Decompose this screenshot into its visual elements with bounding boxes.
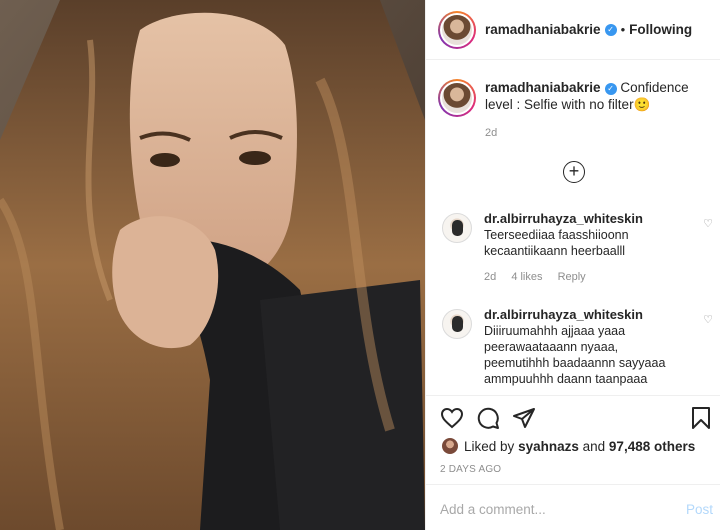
caption-timestamp[interactable]: 2d	[485, 127, 497, 139]
commenter-avatar[interactable]	[442, 309, 472, 339]
post-date[interactable]: 2 DAYS AGO	[440, 464, 501, 475]
comment-item: dr.albirruhayza_whiteskin Teerseediiaa f…	[438, 211, 713, 285]
bookmark-icon[interactable]	[690, 406, 712, 430]
smile-emoji-icon: 🙂	[633, 97, 651, 112]
verified-badge-icon: ✓	[604, 83, 617, 95]
author-avatar[interactable]	[438, 10, 476, 49]
comment-heart-icon[interactable]: ♡	[703, 217, 713, 230]
commenter-avatar[interactable]	[442, 213, 472, 243]
comment-text: Diiiruumahhh ajjaaa yaaa peerawaataaann …	[484, 324, 666, 386]
likes-and-label: and	[582, 438, 606, 454]
liked-by-label: Liked by	[464, 438, 515, 454]
likes-count[interactable]: 97,488 others	[609, 439, 695, 454]
post-photo[interactable]	[0, 0, 425, 530]
plus-circle-icon: +	[568, 161, 580, 181]
comment-username[interactable]: dr.albirruhayza_whiteskin	[484, 307, 684, 323]
author-username[interactable]: ramadhaniabakrie	[485, 22, 601, 37]
paper-plane-icon[interactable]	[512, 406, 536, 430]
post-header: ramadhaniabakrie ✓ • Following	[426, 0, 720, 60]
caption-author-avatar[interactable]	[438, 79, 476, 117]
comment-meta: 2d 4 likes Reply	[484, 269, 684, 285]
separator-dot: •	[620, 22, 626, 37]
comment-text: Teerseediiaa faasshiioonn kecaantiikaann…	[484, 228, 629, 258]
following-button[interactable]: Following	[629, 22, 692, 37]
comments-list[interactable]: ramadhaniabakrie ✓ Confidence level : Sel…	[426, 61, 720, 395]
likes-summary: Liked by syahnazs and 97,488 others	[442, 438, 695, 454]
post-actions: Liked by syahnazs and 97,488 others 2 DA…	[426, 395, 720, 484]
post-comment-button[interactable]: Post	[686, 502, 713, 517]
heart-icon[interactable]	[440, 406, 464, 430]
add-comment-bar: Add a comment... Post	[426, 484, 720, 530]
caption-username[interactable]: ramadhaniabakrie	[485, 80, 601, 95]
caption: ramadhaniabakrie ✓ Confidence level : Sel…	[438, 79, 708, 117]
liker-avatar[interactable]	[442, 438, 458, 454]
reply-button[interactable]: Reply	[558, 271, 586, 283]
liker-username[interactable]: syahnazs	[518, 439, 579, 454]
comment-username[interactable]: dr.albirruhayza_whiteskin	[484, 211, 684, 227]
comment-item: dr.albirruhayza_whiteskin Diiiruumahhh a…	[438, 307, 713, 387]
comment-likes[interactable]: 4 likes	[511, 271, 542, 283]
load-more-comments-button[interactable]: +	[563, 161, 585, 183]
verified-badge-icon: ✓	[604, 23, 617, 36]
comment-input[interactable]: Add a comment...	[440, 502, 546, 517]
post-details-panel: ramadhaniabakrie ✓ • Following ramadhani…	[425, 0, 720, 530]
comment-heart-icon[interactable]: ♡	[703, 313, 713, 326]
comment-bubble-icon[interactable]	[476, 406, 500, 430]
selfie-image	[0, 0, 425, 530]
comment-timestamp[interactable]: 2d	[484, 271, 496, 283]
